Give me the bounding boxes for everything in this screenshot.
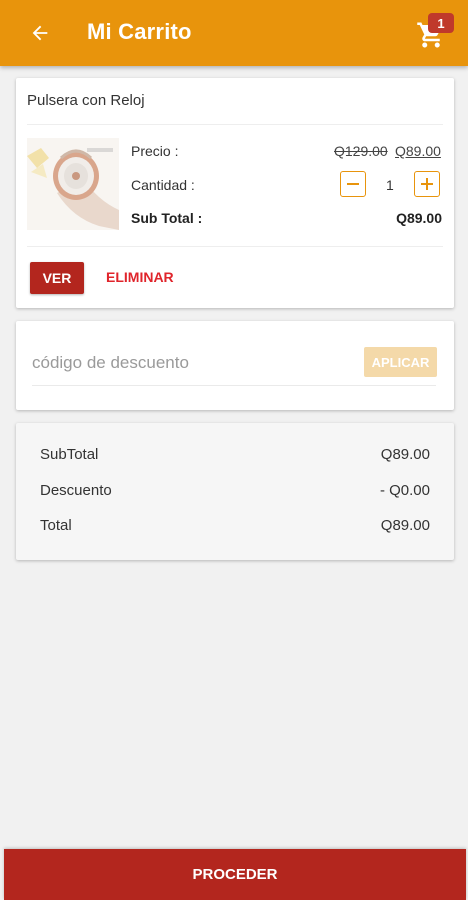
cart-count-badge: 1 [428,13,454,33]
total-value: Q89.00 [380,517,430,534]
increase-quantity-button[interactable] [414,171,440,197]
cart-item-card: Pulsera con Reloj Precio : Q129.00 Q89.0… [16,78,454,308]
view-item-button[interactable]: VER [30,262,84,294]
proceed-button[interactable]: PROCEDER [4,849,466,900]
arrow-left-icon [32,25,48,41]
quantity-value: 1 [386,177,394,193]
product-name: Pulsera con Reloj [27,92,145,109]
order-summary-card: SubTotal Q89.00 Descuento - Q0.00 Total … [16,423,454,560]
minus-icon [347,183,359,185]
discounted-price: Q89.00 [395,143,441,159]
plus-icon [421,178,433,190]
subtotal-value: Q89.00 [380,446,430,463]
discount-label: Descuento [40,482,112,499]
discount-card: APLICAR [16,321,454,410]
divider [27,246,443,247]
input-underline [32,385,436,386]
product-image [27,138,119,230]
remove-item-button[interactable]: ELIMINAR [106,269,174,285]
discount-value: - Q0.00 [379,482,430,499]
app-bar: Mi Carrito 1 [0,0,468,66]
quantity-label: Cantidad : [131,177,195,193]
item-subtotal-value: Q89.00 [396,210,442,226]
back-button[interactable] [26,19,54,47]
total-label: Total [40,517,72,534]
item-subtotal-label: Sub Total : [131,210,203,226]
price-label: Precio : [131,143,179,159]
page-title: Mi Carrito [87,19,192,44]
original-price: Q129.00 [334,143,388,159]
subtotal-label: SubTotal [40,446,99,463]
decrease-quantity-button[interactable] [340,171,366,197]
discount-code-input[interactable] [32,349,352,377]
apply-discount-button[interactable]: APLICAR [364,347,437,377]
divider [27,124,443,125]
